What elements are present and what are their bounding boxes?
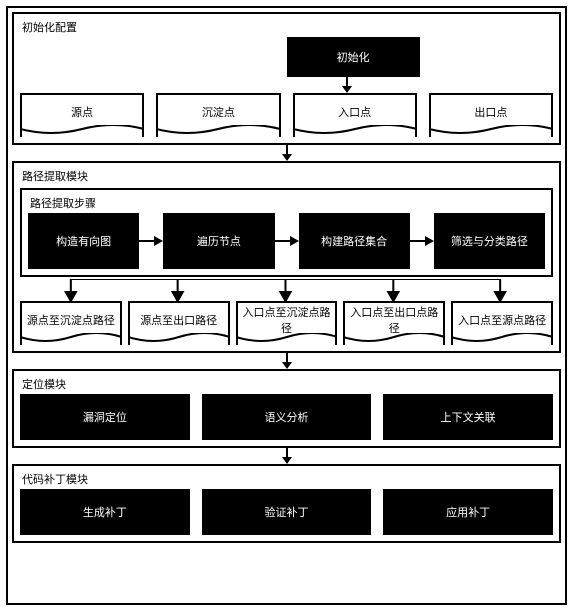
step-1: 构造有向图 <box>28 213 139 269</box>
module-locate-title: 定位模块 <box>20 375 553 394</box>
arrow-1 <box>12 145 561 161</box>
doc-source: 源点 <box>20 93 144 137</box>
module-path-title: 路径提取模块 <box>20 167 553 186</box>
diagram-root: 初始化配置 初始化 源点 沉淀点 入口点 出口点 路径提取模块 路径提取步骤 <box>6 6 567 605</box>
locate-box-2: 上下文关联 <box>383 394 553 440</box>
module-locate: 定位模块 漏洞定位 语义分析 上下文关联 <box>12 369 561 448</box>
path-fanout-arrows <box>22 279 551 301</box>
doc-path-3: 入口点至出口点路径 <box>343 301 445 345</box>
doc-sink: 沉淀点 <box>156 93 280 137</box>
step-3: 构建路径集合 <box>299 213 410 269</box>
path-docs-row: 源点至沉淀点路径 源点至出口路径 入口点至沉淀点路径 入口点至出口点路径 入口点… <box>20 301 553 345</box>
patch-box-2: 应用补丁 <box>383 489 553 535</box>
step-2: 遍历节点 <box>163 213 274 269</box>
doc-path-2: 入口点至沉淀点路径 <box>236 301 338 345</box>
locate-box-1: 语义分析 <box>202 394 372 440</box>
module-patch-title: 代码补丁模块 <box>20 470 553 489</box>
patch-row: 生成补丁 验证补丁 应用补丁 <box>20 489 553 535</box>
arrow-r3 <box>410 234 434 248</box>
path-inner-section: 路径提取步骤 构造有向图 遍历节点 构建路径集合 筛选与分类路径 <box>20 188 553 277</box>
patch-box-1: 验证补丁 <box>202 489 372 535</box>
module-init-title: 初始化配置 <box>20 18 553 37</box>
doc-path-1: 源点至出口路径 <box>128 301 230 345</box>
path-inner-title: 路径提取步骤 <box>28 194 545 213</box>
doc-path-4: 入口点至源点路径 <box>451 301 553 345</box>
locate-box-0: 漏洞定位 <box>20 394 190 440</box>
init-docs-row: 源点 沉淀点 入口点 出口点 <box>20 93 553 137</box>
locate-row: 漏洞定位 语义分析 上下文关联 <box>20 394 553 440</box>
doc-exit: 出口点 <box>429 93 553 137</box>
arrow-init-down <box>20 77 553 93</box>
arrow-2 <box>12 353 561 369</box>
arrow-r1 <box>139 234 163 248</box>
patch-box-0: 生成补丁 <box>20 489 190 535</box>
arrow-r2 <box>275 234 299 248</box>
module-patch: 代码补丁模块 生成补丁 验证补丁 应用补丁 <box>12 464 561 543</box>
module-path: 路径提取模块 路径提取步骤 构造有向图 遍历节点 构建路径集合 筛选与分类路径 <box>12 161 561 353</box>
arrow-3 <box>12 448 561 464</box>
init-top-box: 初始化 <box>287 37 420 77</box>
doc-entry: 入口点 <box>293 93 417 137</box>
doc-path-0: 源点至沉淀点路径 <box>20 301 122 345</box>
path-steps-row: 构造有向图 遍历节点 构建路径集合 筛选与分类路径 <box>28 213 545 269</box>
module-init: 初始化配置 初始化 源点 沉淀点 入口点 出口点 <box>12 12 561 145</box>
step-4: 筛选与分类路径 <box>434 213 545 269</box>
